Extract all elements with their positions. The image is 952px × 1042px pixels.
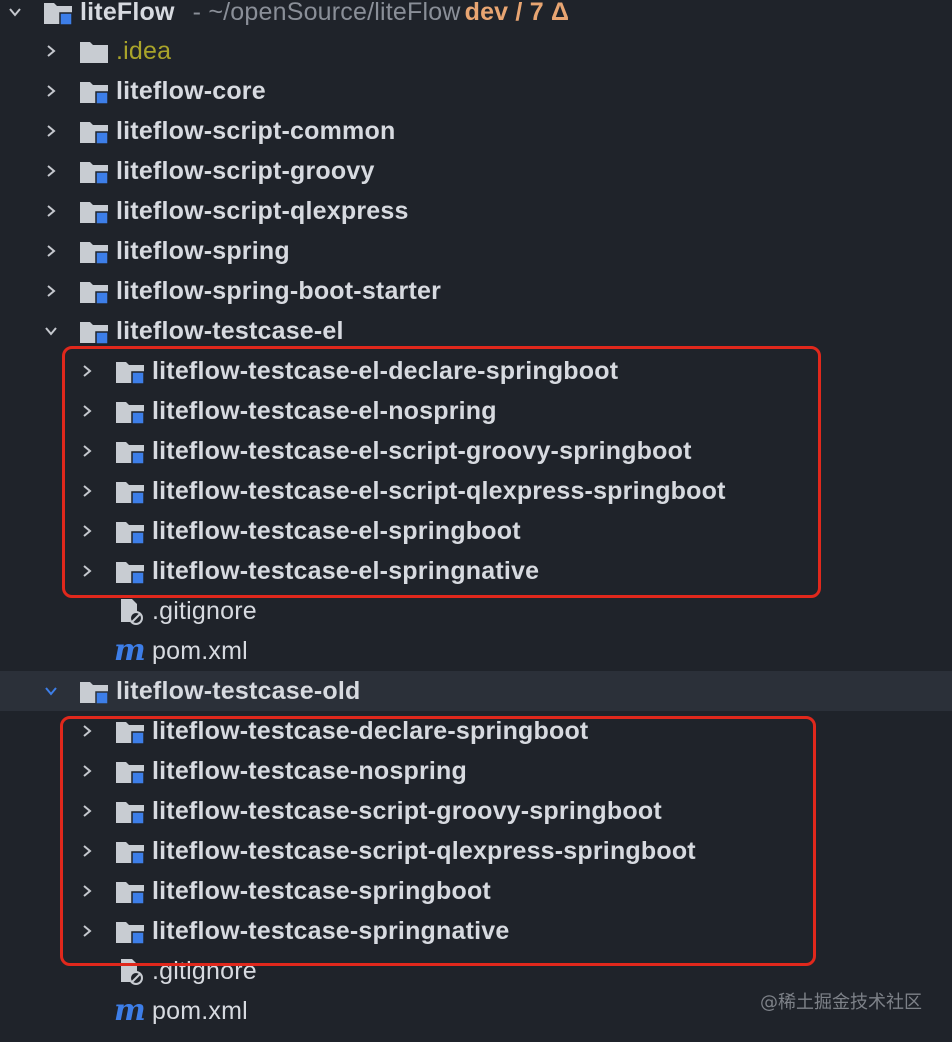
project-tree: liteFlow - ~/openSource/liteFlow dev / 7 Δ…: [0, 0, 952, 1042]
highlight-box-el: [62, 346, 821, 598]
tree-row-module[interactable]: liteflow-script-common: [0, 111, 952, 151]
chevron-right-icon[interactable]: [44, 284, 58, 298]
chevron-right-icon[interactable]: [44, 244, 58, 258]
module-folder-icon: [80, 199, 110, 225]
tree-item-label: liteflow-spring: [116, 237, 290, 265]
tree-item-label: liteflow-spring-boot-starter: [116, 277, 442, 305]
maven-file-icon: m: [114, 993, 146, 1028]
maven-file-icon: m: [114, 633, 146, 668]
module-folder-icon: [44, 0, 74, 26]
tree-row-module-expanded[interactable]: liteflow-testcase-el: [0, 311, 952, 351]
root-path: - ~/openSource/liteFlow: [192, 0, 461, 26]
tree-item-label: liteflow-core: [116, 77, 266, 105]
tree-item-label: liteflow-script-common: [116, 117, 396, 145]
branch-status: dev / 7 Δ: [464, 0, 570, 26]
tree-row-file[interactable]: m pom.xml: [0, 631, 952, 671]
module-folder-icon: [80, 279, 110, 305]
chevron-right-icon[interactable]: [44, 204, 58, 218]
chevron-right-icon[interactable]: [44, 164, 58, 178]
tree-row-module[interactable]: liteflow-core: [0, 71, 952, 111]
gitignore-file-icon: [118, 598, 146, 626]
folder-icon: [80, 39, 110, 65]
chevron-down-icon[interactable]: [44, 684, 58, 698]
tree-item-label: pom.xml: [152, 637, 248, 665]
module-folder-icon: [80, 319, 110, 345]
module-folder-icon: [80, 239, 110, 265]
module-folder-icon: [80, 679, 110, 705]
tree-item-label: liteflow-testcase-el: [116, 317, 344, 345]
tree-row-root[interactable]: liteFlow - ~/openSource/liteFlow dev / 7 Δ: [0, 0, 952, 32]
tree-row-module[interactable]: liteflow-spring-boot-starter: [0, 271, 952, 311]
chevron-right-icon[interactable]: [44, 84, 58, 98]
tree-item-label: .idea: [116, 37, 172, 65]
tree-row-module-selected[interactable]: liteflow-testcase-old: [0, 671, 952, 711]
chevron-down-icon[interactable]: [8, 5, 22, 19]
root-name: liteFlow: [80, 0, 175, 26]
watermark: @稀土掘金技术社区: [760, 992, 922, 1013]
tree-row-module[interactable]: liteflow-script-qlexpress: [0, 191, 952, 231]
tree-item-label: liteflow-testcase-old: [116, 677, 361, 705]
tree-row-module[interactable]: liteflow-spring: [0, 231, 952, 271]
tree-item-label: liteflow-script-qlexpress: [116, 197, 409, 225]
module-folder-icon: [80, 79, 110, 105]
tree-item-label: liteflow-script-groovy: [116, 157, 375, 185]
chevron-down-icon[interactable]: [44, 324, 58, 338]
chevron-right-icon[interactable]: [44, 124, 58, 138]
tree-item-label: pom.xml: [152, 997, 248, 1025]
tree-row-idea[interactable]: .idea: [0, 31, 952, 71]
highlight-box-old: [60, 716, 816, 966]
module-folder-icon: [80, 159, 110, 185]
chevron-right-icon[interactable]: [44, 44, 58, 58]
tree-row-module[interactable]: liteflow-script-groovy: [0, 151, 952, 191]
module-folder-icon: [80, 119, 110, 145]
